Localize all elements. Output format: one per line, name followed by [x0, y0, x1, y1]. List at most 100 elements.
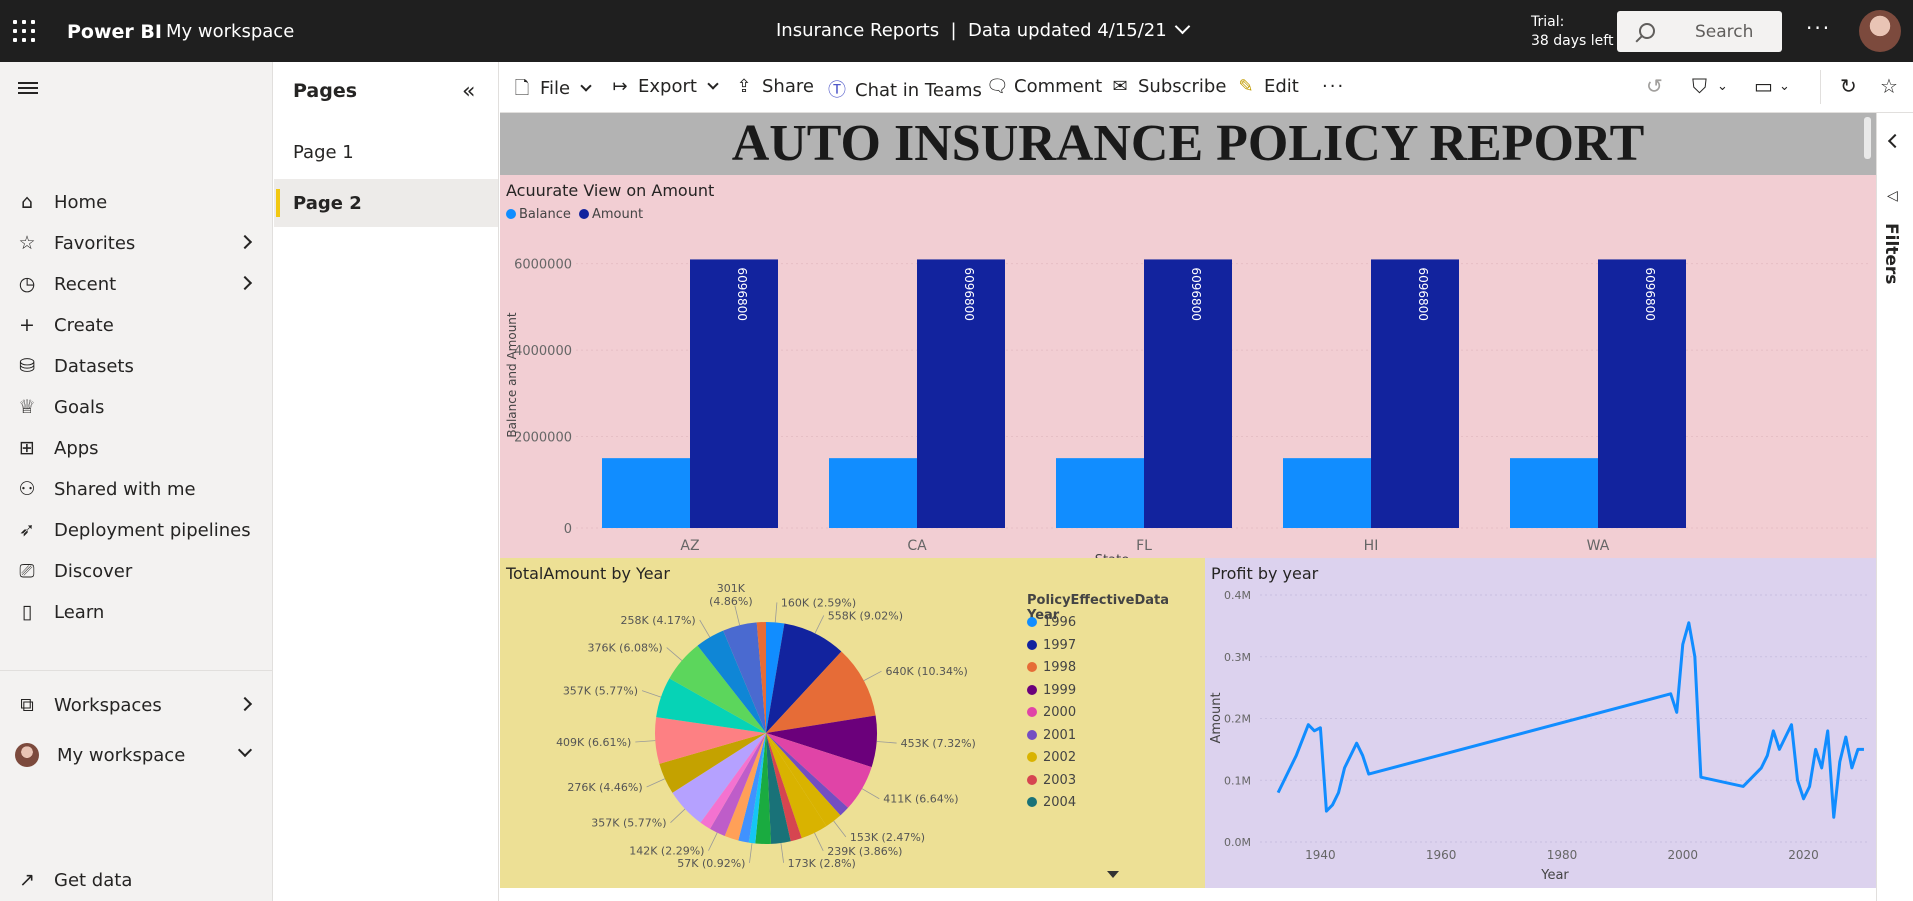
view-icon[interactable]: ▭	[1754, 74, 1773, 98]
pie-leader-line	[670, 808, 686, 823]
bar-amount[interactable]	[1371, 259, 1459, 528]
favorite-star-icon[interactable]: ☆	[1880, 74, 1898, 98]
goals-icon: ♕	[18, 396, 36, 418]
comment-button[interactable]: 🗨 Comment	[986, 76, 1102, 97]
bar-balance[interactable]	[1283, 458, 1371, 528]
pie-data-label: 357K (5.77%)	[563, 685, 638, 698]
legend-dot	[1027, 774, 1037, 785]
search-placeholder: Search	[1695, 22, 1754, 42]
line-chart-visual[interactable]: Profit by year 0.0M 0.1M 0.2M 0.3M 0.4M 1940 1…	[1205, 558, 1876, 888]
refresh-icon[interactable]: ↻	[1840, 74, 1857, 98]
pie-data-label: 376K (6.08%)	[587, 642, 662, 655]
nav-item-apps[interactable]: ⊞ Apps	[0, 429, 273, 469]
pie-chart-svg: 160K (2.59%)558K (9.02%) 640K (10.34%) 453…	[556, 582, 976, 870]
nav-item-get-data[interactable]: ↗ Get data	[0, 861, 273, 901]
subscribe-button[interactable]: ✉ Subscribe	[1110, 76, 1226, 97]
bar-amount[interactable]	[1144, 259, 1232, 528]
bar-data-label: 6096800	[735, 267, 749, 320]
chat-in-teams-button[interactable]: Ⓣ Chat in Teams	[827, 76, 982, 102]
nav-item-discover[interactable]: ⎚ Discover	[0, 552, 273, 592]
nav-item-label: Discover	[54, 561, 133, 582]
pages-pane: Pages « Page 1 Page 2	[274, 62, 499, 901]
report-title-dropdown[interactable]: Insurance Reports | Data updated 4/15/21	[776, 18, 1190, 41]
pie-leader-line	[861, 788, 880, 800]
legend-scroll-down-icon[interactable]	[1107, 871, 1119, 878]
chevron-right-icon	[237, 275, 253, 291]
app-launcher-icon[interactable]	[13, 20, 35, 42]
pie-leader-line	[666, 647, 683, 661]
bar-amount[interactable]	[690, 259, 778, 528]
filters-pane[interactable]: ◁ Filters	[1876, 113, 1913, 901]
pie-legend-item[interactable]: 1999	[1027, 683, 1076, 698]
nav-item-shared-with-me[interactable]: ⚇ Shared with me	[0, 470, 273, 510]
nav-item-workspaces[interactable]: ⧉ Workspaces	[0, 686, 273, 726]
subscribe-label: Subscribe	[1138, 76, 1227, 97]
pie-chart-visual[interactable]: TotalAmount by Year 160K (2.59%) 558K (9.…	[500, 558, 1205, 888]
page-tab-2[interactable]: Page 2	[274, 179, 498, 227]
nav-item-favorites[interactable]: ☆ Favorites	[0, 224, 273, 264]
pie-data-label: 558K (9.02%)	[828, 609, 903, 622]
chevron-down-icon[interactable]: ⌄	[1779, 79, 1790, 94]
pie-legend-item[interactable]: 2001	[1027, 728, 1076, 743]
undo-icon[interactable]: ↺	[1646, 74, 1663, 98]
avatar[interactable]	[1859, 10, 1901, 52]
pie-legend-item[interactable]: 1997	[1027, 638, 1076, 653]
file-icon: 🗋	[514, 78, 530, 99]
edit-button[interactable]: ✎ Edit	[1236, 76, 1298, 97]
x-tick-label: 1940	[1305, 848, 1336, 862]
pie-legend-item[interactable]: 1996	[1027, 615, 1076, 630]
search-input[interactable]: Search	[1617, 11, 1782, 52]
canvas-scrollbar[interactable]	[1864, 117, 1871, 159]
share-icon: ⇪	[736, 76, 752, 97]
nav-item-goals[interactable]: ♕ Goals	[0, 388, 273, 428]
pie-leader-line	[734, 605, 741, 626]
nav-item-my-workspace[interactable]: My workspace	[0, 736, 273, 776]
bar-chart-visual[interactable]: Acuurate View on Amount Balance Amount 0…	[500, 175, 1876, 558]
nav-item-label: Home	[54, 192, 108, 213]
export-menu-button[interactable]: ↦ Export	[610, 76, 719, 97]
profit-line[interactable]	[1276, 621, 1864, 819]
bar-balance[interactable]	[602, 458, 690, 528]
chevron-left-icon[interactable]	[1887, 133, 1903, 149]
pie-leader-line	[863, 670, 882, 681]
brand-name[interactable]: Power BI	[67, 21, 162, 43]
pie-legend-item[interactable]: 2003	[1027, 773, 1076, 788]
nav-item-home[interactable]: ⌂ Home	[0, 183, 273, 223]
top-bar: Power BI My workspace Insurance Reports …	[0, 0, 1913, 62]
pie-data-label: 160K (2.59%)	[781, 596, 856, 609]
toolbar-divider	[1820, 70, 1821, 104]
trial-status[interactable]: Trial: 38 days left	[1531, 13, 1613, 51]
legend-label: 1999	[1043, 682, 1077, 698]
nav-item-label: Recent	[54, 274, 117, 295]
file-menu-button[interactable]: 🗋 File	[512, 76, 592, 106]
hamburger-menu-icon[interactable]	[18, 82, 38, 94]
bar-balance[interactable]	[829, 458, 917, 528]
nav-item-deployment-pipelines[interactable]: ➶ Deployment pipelines	[0, 511, 273, 551]
x-tick-label: 2020	[1788, 848, 1819, 862]
bar-balance[interactable]	[1510, 458, 1598, 528]
comment-icon: 🗨	[986, 76, 1009, 97]
bar-amount[interactable]	[917, 259, 1005, 528]
y-axis-title: Amount	[1209, 692, 1224, 743]
nav-item-create[interactable]: + Create	[0, 306, 273, 346]
workspace-link[interactable]: My workspace	[166, 21, 294, 42]
bar-data-label: 6096800	[1643, 267, 1657, 320]
more-options-button[interactable]: ···	[1806, 16, 1831, 40]
bookmark-icon[interactable]: ⛉	[1692, 74, 1707, 98]
collapse-pane-icon[interactable]: «	[462, 79, 475, 104]
nav-item-learn[interactable]: ▯ Learn	[0, 593, 273, 633]
nav-item-recent[interactable]: ◷ Recent	[0, 265, 273, 305]
pie-legend-item[interactable]: 2004	[1027, 795, 1076, 810]
nav-item-datasets[interactable]: ⛁ Datasets	[0, 347, 273, 387]
more-commands-button[interactable]: ···	[1322, 76, 1345, 97]
legend-label: 1997	[1043, 637, 1077, 653]
page-tab-1[interactable]: Page 1	[274, 128, 498, 176]
pie-legend-item[interactable]: 1998	[1027, 660, 1076, 675]
bar-amount[interactable]	[1598, 259, 1686, 528]
pie-legend-item[interactable]: 2000	[1027, 705, 1076, 720]
chevron-down-icon[interactable]: ⌄	[1717, 79, 1728, 94]
bar-data-label: 6096800	[1189, 267, 1203, 320]
bar-balance[interactable]	[1056, 458, 1144, 528]
share-button[interactable]: ⇪ Share	[734, 76, 814, 97]
pie-legend-item[interactable]: 2002	[1027, 750, 1076, 765]
